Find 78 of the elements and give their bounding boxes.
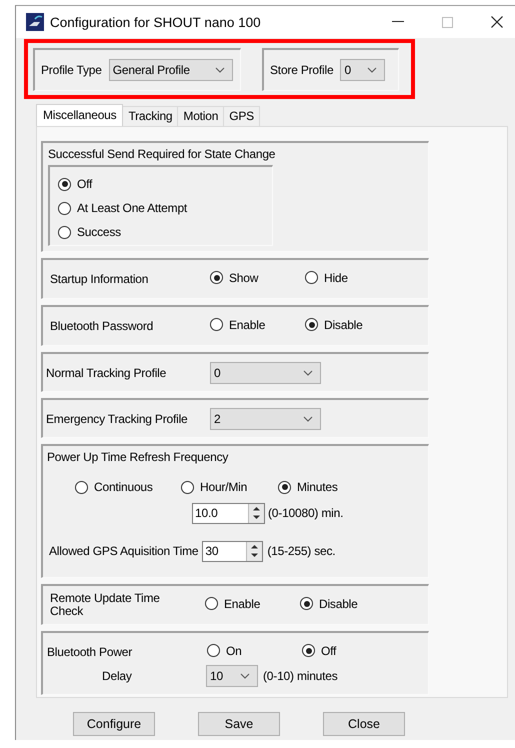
radio-button[interactable] xyxy=(305,271,318,284)
radio-label: Hide xyxy=(324,270,348,285)
radio-option[interactable]: On xyxy=(207,644,242,658)
radio-button[interactable] xyxy=(278,480,291,494)
field-label: Startup Information xyxy=(50,272,150,286)
radio-option[interactable]: Disable xyxy=(300,596,358,611)
range-hint: (0-10) minutes xyxy=(263,669,338,683)
spin-buttons-icon[interactable] xyxy=(246,542,262,560)
range-hint: (0-10080) min. xyxy=(268,506,344,520)
dropdown[interactable]: 2 xyxy=(210,408,321,430)
radio-option[interactable]: Off xyxy=(302,644,336,658)
radio-label: Enable xyxy=(224,596,260,611)
radio-button[interactable] xyxy=(300,597,313,610)
radio-button[interactable] xyxy=(302,644,315,658)
range-hint: (15-255) sec. xyxy=(267,544,336,558)
radio-label: Off xyxy=(77,177,92,191)
chevron-down-icon xyxy=(214,66,225,72)
tab[interactable]: GPS xyxy=(223,106,260,126)
radio-label: Disable xyxy=(324,318,363,332)
radio-button[interactable] xyxy=(205,597,218,610)
tab[interactable]: Miscellaneous xyxy=(36,104,124,126)
radio-button[interactable] xyxy=(181,480,194,494)
radio-label: Enable xyxy=(229,318,266,332)
radio-option[interactable]: Enable xyxy=(205,596,260,611)
radio-label: Hour/Min xyxy=(200,480,248,494)
dialog-button[interactable]: Close xyxy=(323,712,405,736)
dropdown[interactable]: 0 xyxy=(340,58,386,80)
radio-label: Continuous xyxy=(94,480,153,494)
radio-option[interactable]: Minutes xyxy=(278,480,338,494)
chevron-down-icon xyxy=(240,673,250,679)
group-title: Successful Send Required for State Change xyxy=(48,147,276,161)
radio-option[interactable]: Off xyxy=(58,177,92,191)
spin-field[interactable]: 30 xyxy=(202,540,264,562)
field-label: Store Profile xyxy=(270,62,334,76)
radio-button[interactable] xyxy=(75,480,88,494)
spin-buttons-icon[interactable] xyxy=(248,504,264,522)
radio-button[interactable] xyxy=(58,178,71,190)
radio-label: Success xyxy=(77,225,121,239)
field-label: Emergency Tracking Profile xyxy=(46,412,189,426)
radio-option[interactable]: Enable xyxy=(210,318,266,332)
radio-option[interactable]: Success xyxy=(58,225,121,239)
radio-label: Minutes xyxy=(297,480,338,494)
radio-button[interactable] xyxy=(58,226,71,238)
spin-field[interactable]: 10.0 xyxy=(192,502,265,524)
radio-button[interactable] xyxy=(210,318,223,332)
field-label: Remote Update Time Check xyxy=(50,592,161,618)
radio-button[interactable] xyxy=(58,202,71,214)
dropdown[interactable]: 0 xyxy=(210,362,321,384)
group-title: Power Up Time Refresh Frequency xyxy=(47,450,230,464)
minimize-icon[interactable] xyxy=(392,21,404,23)
radio-option[interactable]: Continuous xyxy=(75,480,153,494)
window-title: Configuration for SHOUT nano 100 xyxy=(50,14,261,30)
dropdown[interactable]: General Profile xyxy=(108,58,233,80)
close-icon[interactable] xyxy=(491,16,503,28)
chevron-down-icon xyxy=(367,66,378,72)
radio-button[interactable] xyxy=(305,318,318,332)
radio-option[interactable]: Hour/Min xyxy=(181,480,248,494)
field-label: Profile Type xyxy=(41,62,102,76)
field-label: Bluetooth Power xyxy=(47,645,134,659)
radio-label: Disable xyxy=(319,596,358,611)
radio-option[interactable]: Disable xyxy=(305,318,363,332)
chevron-down-icon xyxy=(303,370,313,376)
radio-button[interactable] xyxy=(210,271,223,284)
radio-label: On xyxy=(226,644,242,658)
radio-option[interactable]: Show xyxy=(210,270,258,285)
radio-option[interactable]: Hide xyxy=(305,270,348,285)
dialog-button[interactable]: Configure xyxy=(73,712,155,736)
field-label: Bluetooth Password xyxy=(50,319,154,333)
dialog-button[interactable]: Save xyxy=(198,712,280,736)
radio-button[interactable] xyxy=(207,644,220,658)
field-label: Allowed GPS Aquisition Time xyxy=(49,544,198,558)
app-icon xyxy=(26,13,44,31)
field-label: Delay xyxy=(101,669,133,683)
field-label: Normal Tracking Profile xyxy=(46,366,168,380)
radio-label: Off xyxy=(321,644,336,658)
radio-label: Show xyxy=(229,270,258,285)
dropdown[interactable]: 10 xyxy=(206,665,258,687)
chevron-down-icon xyxy=(303,416,313,422)
